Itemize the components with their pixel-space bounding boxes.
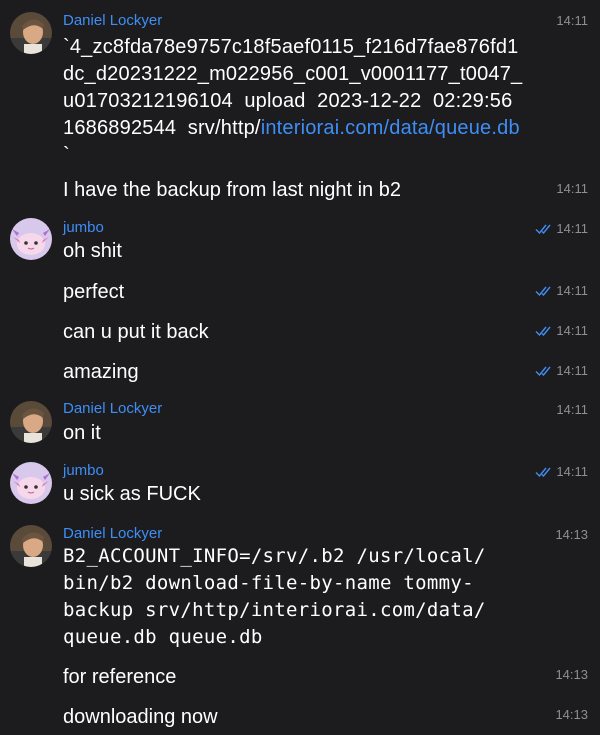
message-meta: 14:11: [535, 464, 588, 479]
message-text: amazing: [63, 361, 139, 383]
message-time: 14:11: [556, 181, 588, 196]
message[interactable]: amazing 14:11: [0, 354, 600, 394]
message-meta: 14:13: [555, 527, 588, 542]
message-time: 14:11: [556, 13, 588, 28]
user-photo-avatar-icon: [10, 401, 52, 443]
message-line: `: [63, 144, 70, 166]
double-check-icon: [535, 285, 553, 297]
message[interactable]: jumbo 14:11 oh shit: [0, 212, 600, 274]
code-line: queue.db queue.db: [63, 626, 263, 648]
double-check-icon: [535, 365, 553, 377]
message-meta: 14:11: [556, 402, 588, 417]
message-author[interactable]: Daniel Lockyer: [63, 400, 162, 417]
message-text: I have the backup from last night in b2: [63, 179, 401, 201]
line-prefix: 1686892544 srv/http/: [63, 117, 261, 139]
message-text: perfect: [63, 281, 125, 303]
double-check-icon: [535, 325, 553, 337]
message-time: 14:13: [555, 667, 588, 682]
message-line: dc_d20231222_m022956_c001_v0001177_t0047…: [63, 63, 523, 85]
daniel-avatar[interactable]: [10, 12, 52, 54]
message-author[interactable]: Daniel Lockyer: [63, 12, 162, 29]
message-time: 14:13: [555, 527, 588, 542]
message-text: oh shit: [63, 240, 122, 262]
message[interactable]: for reference 14:13: [0, 658, 600, 698]
message-author[interactable]: jumbo: [63, 219, 104, 236]
message-text: for reference: [63, 666, 177, 688]
message-line: 1686892544 srv/http/interiorai.com/data/…: [63, 115, 522, 142]
message-text: u sick as FUCK: [63, 483, 201, 505]
message-meta: 14:11: [535, 323, 588, 338]
message-time: 14:11: [556, 283, 588, 298]
message[interactable]: I have the backup from last night in b2 …: [0, 170, 600, 210]
daniel-avatar[interactable]: [10, 525, 52, 567]
code-line: backup srv/http/interiorai.com/data/: [63, 599, 486, 621]
user-photo-avatar-icon: [10, 12, 52, 54]
message-time: 14:11: [556, 402, 588, 417]
message-line: `4_zc8fda78e9757c18f5aef0115_f216d7fae87…: [63, 36, 519, 58]
code-line: B2_ACCOUNT_INFO=/srv/.b2 /usr/local/: [63, 545, 486, 567]
message[interactable]: Daniel Lockyer 14:11 `4_zc8fda78e9757c18…: [0, 0, 600, 170]
message-text: can u put it back: [63, 321, 209, 343]
message[interactable]: downloading now 14:13: [0, 698, 600, 735]
message-meta: 14:11: [535, 363, 588, 378]
message-author[interactable]: Daniel Lockyer: [63, 525, 162, 542]
code-block[interactable]: B2_ACCOUNT_INFO=/srv/.b2 /usr/local/ bin…: [63, 543, 486, 651]
daniel-avatar[interactable]: [10, 401, 52, 443]
url-link[interactable]: interiorai.com/data/queue.db: [261, 117, 520, 139]
axolotl-avatar-icon: [10, 218, 52, 260]
message[interactable]: jumbo 14:11 u sick as FUCK: [0, 456, 600, 518]
message-time: 14:11: [556, 323, 588, 338]
message-time: 14:11: [556, 464, 588, 479]
axolotl-avatar-icon: [10, 462, 52, 504]
double-check-icon: [535, 223, 553, 235]
message-meta: 14:13: [555, 707, 588, 722]
message[interactable]: Daniel Lockyer 14:11 on it: [0, 394, 600, 456]
message-meta: 14:11: [535, 283, 588, 298]
code-line: bin/b2 download-file-by-name tommy-: [63, 572, 474, 594]
jumbo-avatar[interactable]: [10, 462, 52, 504]
message-meta: 14:11: [556, 181, 588, 196]
message-meta: 14:11: [535, 221, 588, 236]
message-text: `4_zc8fda78e9757c18f5aef0115_f216d7fae87…: [63, 34, 522, 169]
message-line: u01703212196104 upload 2023-12-22 02:29:…: [63, 90, 513, 112]
jumbo-avatar[interactable]: [10, 218, 52, 260]
message[interactable]: perfect 14:11: [0, 274, 600, 314]
message-text: downloading now: [63, 706, 218, 728]
message-time: 14:11: [556, 221, 588, 236]
message-time: 14:11: [556, 363, 588, 378]
message-meta: 14:11: [556, 13, 588, 28]
message[interactable]: Daniel Lockyer 14:13 B2_ACCOUNT_INFO=/sr…: [0, 518, 600, 658]
message-time: 14:13: [555, 707, 588, 722]
message-text: on it: [63, 422, 101, 444]
message-author[interactable]: jumbo: [63, 462, 104, 479]
double-check-icon: [535, 466, 553, 478]
user-photo-avatar-icon: [10, 525, 52, 567]
message-meta: 14:13: [555, 667, 588, 682]
message[interactable]: can u put it back 14:11: [0, 314, 600, 354]
